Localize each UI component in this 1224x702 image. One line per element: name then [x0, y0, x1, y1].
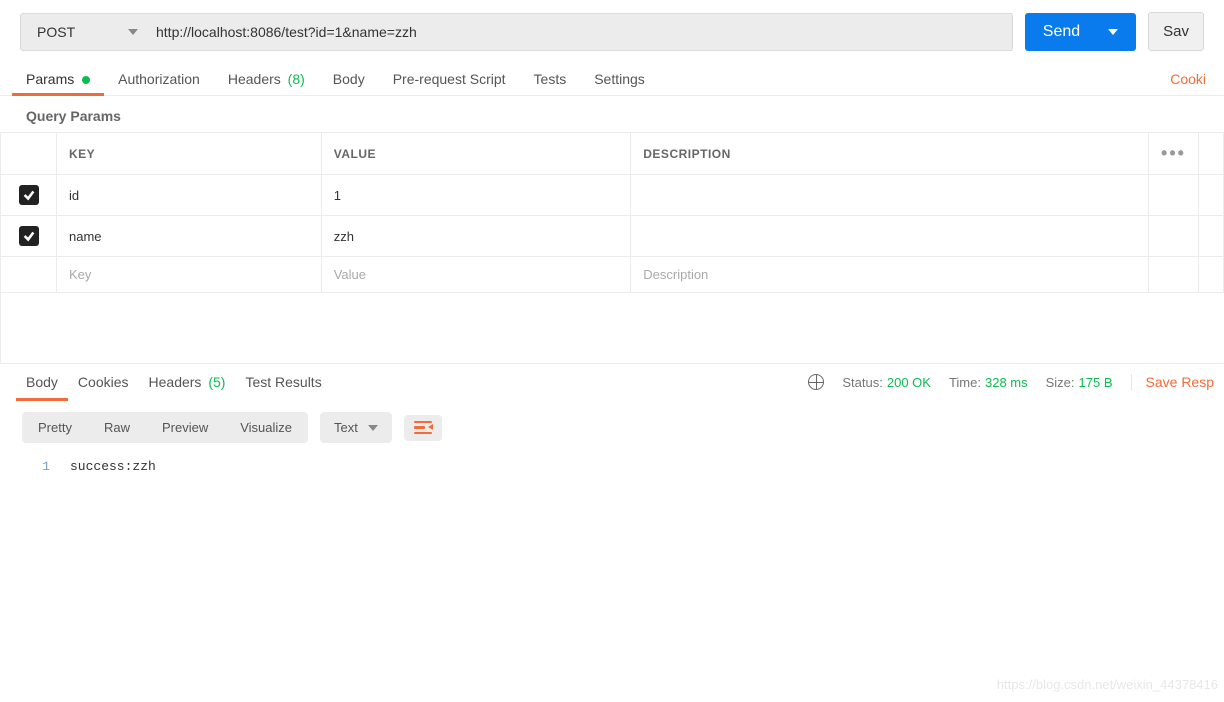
response-format-row: Pretty Raw Preview Visualize Text: [0, 400, 1224, 455]
col-key: KEY: [57, 133, 322, 175]
cell-key[interactable]: id: [57, 175, 322, 216]
tab-params[interactable]: Params: [12, 63, 104, 95]
chevron-down-icon: [128, 29, 138, 35]
tab-label: Params: [26, 71, 74, 87]
language-dropdown[interactable]: Text: [320, 412, 392, 443]
fmt-visualize[interactable]: Visualize: [224, 412, 308, 443]
tab-body[interactable]: Body: [319, 63, 379, 95]
time-info: Time: 328 ms: [949, 375, 1028, 390]
chevron-down-icon: [368, 425, 378, 431]
tab-authorization[interactable]: Authorization: [104, 63, 214, 95]
tab-headers[interactable]: Headers (8): [214, 63, 319, 95]
fmt-pretty[interactable]: Pretty: [22, 412, 88, 443]
cell-key-placeholder[interactable]: Key: [57, 257, 322, 293]
fmt-raw[interactable]: Raw: [88, 412, 146, 443]
watermark: https://blog.csdn.net/weixin_44378416: [997, 677, 1218, 692]
col-check: [1, 133, 57, 175]
request-tabs: Params Authorization Headers (8) Body Pr…: [0, 63, 1224, 96]
query-params-heading: Query Params: [0, 96, 1224, 132]
status-dot-icon: [82, 76, 90, 84]
cell-pad: [1199, 257, 1224, 293]
wrap-icon: [414, 421, 432, 435]
tab-label: Headers: [228, 71, 281, 87]
cell-pad: [1199, 216, 1224, 257]
cell-value[interactable]: zzh: [321, 216, 631, 257]
resp-tab-cookies[interactable]: Cookies: [68, 364, 139, 400]
cell-pad: [1149, 175, 1199, 216]
save-response-button[interactable]: Save Resp: [1131, 374, 1214, 390]
cookies-link[interactable]: Cooki: [1164, 63, 1212, 95]
size-value: 175 B: [1079, 375, 1113, 390]
col-description: DESCRIPTION: [631, 133, 1149, 175]
cell-desc-placeholder[interactable]: Description: [631, 257, 1149, 293]
request-row: POST http://localhost:8086/test?id=1&nam…: [0, 0, 1224, 63]
col-value: VALUE: [321, 133, 631, 175]
more-icon: •••: [1161, 143, 1186, 163]
row-check[interactable]: [1, 216, 57, 257]
query-params-table: KEY VALUE DESCRIPTION ••• id 1 name zzh …: [0, 132, 1224, 293]
fmt-preview[interactable]: Preview: [146, 412, 224, 443]
method-dropdown[interactable]: POST: [20, 13, 155, 51]
response-meta: Status: 200 OK Time: 328 ms Size: 175 B Sav…: [808, 374, 1220, 390]
cell-value[interactable]: 1: [321, 175, 631, 216]
line-number: 1: [20, 459, 50, 474]
send-label: Send: [1043, 23, 1080, 41]
cell-desc[interactable]: [631, 175, 1149, 216]
cell-pad: [1149, 216, 1199, 257]
status-value: 200 OK: [887, 375, 931, 390]
status-label: Status:: [842, 375, 882, 390]
save-button[interactable]: Sav: [1148, 12, 1204, 51]
method-url-group: POST http://localhost:8086/test?id=1&nam…: [20, 13, 1013, 51]
header-count: (5): [208, 374, 225, 390]
resp-tab-headers[interactable]: Headers (5): [139, 364, 236, 400]
checkbox-checked-icon: [19, 185, 39, 205]
tab-prerequest[interactable]: Pre-request Script: [379, 63, 520, 95]
format-group: Pretty Raw Preview Visualize: [22, 412, 308, 443]
col-pad: [1199, 133, 1224, 175]
resp-tab-testresults[interactable]: Test Results: [235, 364, 331, 400]
table-row: id 1: [1, 175, 1224, 216]
row-check[interactable]: [1, 175, 57, 216]
cell-desc[interactable]: [631, 216, 1149, 257]
tab-tests[interactable]: Tests: [520, 63, 581, 95]
cell-pad: [1149, 257, 1199, 293]
response-text: success:zzh: [70, 459, 156, 474]
col-more[interactable]: •••: [1149, 133, 1199, 175]
send-button[interactable]: Send: [1025, 13, 1136, 51]
gap: [0, 293, 1224, 363]
cell-pad: [1199, 175, 1224, 216]
checkbox-checked-icon: [19, 226, 39, 246]
size-label: Size:: [1046, 375, 1075, 390]
table-row-new: Key Value Description: [1, 257, 1224, 293]
chevron-down-icon[interactable]: [1108, 29, 1118, 35]
globe-icon[interactable]: [808, 374, 824, 390]
tab-settings[interactable]: Settings: [580, 63, 659, 95]
row-check-empty: [1, 257, 57, 293]
time-value: 328 ms: [985, 375, 1028, 390]
method-label: POST: [37, 24, 75, 40]
resp-tab-body[interactable]: Body: [16, 364, 68, 400]
cell-key[interactable]: name: [57, 216, 322, 257]
response-tabs: Body Cookies Headers (5) Test Results St…: [0, 363, 1224, 400]
language-label: Text: [334, 420, 358, 435]
time-label: Time:: [949, 375, 981, 390]
table-row: name zzh: [1, 216, 1224, 257]
size-info: Size: 175 B: [1046, 375, 1113, 390]
wrap-button[interactable]: [404, 415, 442, 441]
header-count: (8): [288, 71, 305, 87]
tab-label: Headers: [149, 374, 202, 390]
cell-value-placeholder[interactable]: Value: [321, 257, 631, 293]
url-input[interactable]: http://localhost:8086/test?id=1&name=zzh: [142, 13, 1013, 51]
status-info: Status: 200 OK: [842, 375, 931, 390]
response-body[interactable]: 1 success:zzh: [0, 455, 1224, 514]
